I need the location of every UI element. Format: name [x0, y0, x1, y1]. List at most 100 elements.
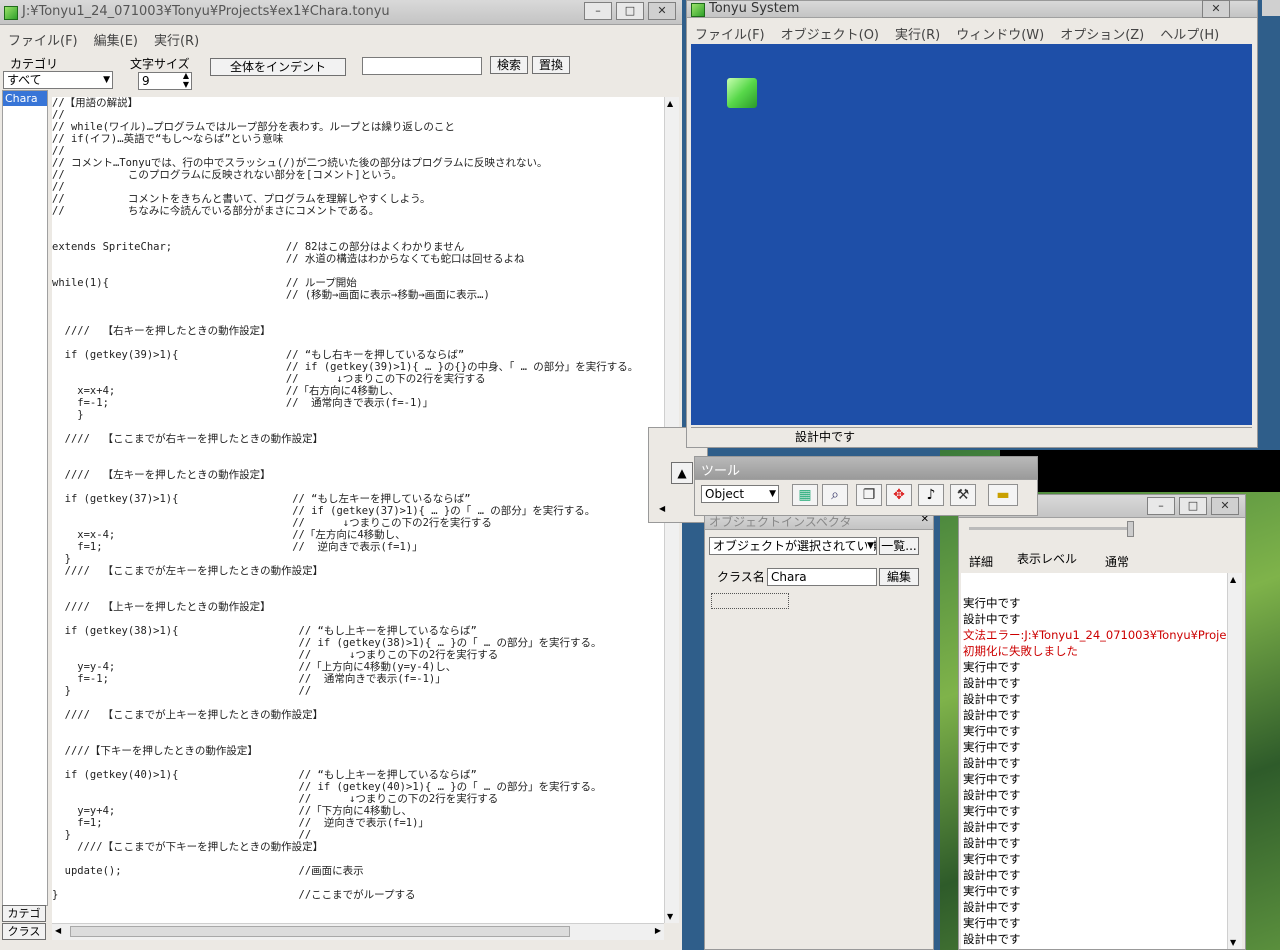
inspect-icon[interactable]: ⌕ [822, 484, 848, 506]
level-slider-handle[interactable] [1127, 521, 1134, 537]
scroll-left-icon[interactable]: ◀ [55, 926, 61, 935]
close-button[interactable]: ✕ [1211, 497, 1239, 515]
search-input[interactable] [362, 57, 482, 75]
code-line: f=1; // 逆向きで表示(f=1)」 [52, 817, 429, 829]
log-line: 実行中です [963, 916, 1021, 930]
log-window: – □ ✕ 詳細 表示レベル 通常 実行中です 設計中です 文法エラー:J:¥Ton… [958, 494, 1246, 950]
object-list-button[interactable]: 一覧... [879, 537, 919, 555]
log-vertical-scrollbar[interactable]: ▲ ▼ [1227, 573, 1242, 949]
log-line: 実行中です [963, 884, 1021, 898]
class-list-item-chara[interactable]: Chara [3, 91, 47, 106]
search-button[interactable]: 検索 [490, 56, 528, 74]
close-button[interactable]: ✕ [648, 2, 676, 20]
code-line: // コメントをきちんと書いて、プログラムを理解しやすくしよう。 [52, 193, 431, 205]
tools-icon[interactable]: ⚒ [950, 484, 976, 506]
fontsize-value: 9 [142, 74, 150, 88]
code-line: // このプログラムに反映されない部分を[コメント]という。 [52, 169, 403, 181]
scroll-up-icon[interactable]: ▲ [667, 99, 673, 108]
menu-help[interactable]: ヘルプ(H) [1152, 22, 1227, 43]
code-line: } [52, 409, 84, 421]
code-line: // [52, 181, 65, 193]
code-line: //// 【右キーを押したときの動作設定】 [52, 325, 271, 337]
scroll-down-icon[interactable]: ▼ [667, 912, 673, 921]
chevron-down-icon: ▼ [769, 489, 776, 499]
tool-titlebar[interactable]: ツール [695, 457, 1037, 480]
maximize-button[interactable]: □ [616, 2, 644, 20]
code-line: while(1){ // ループ開始 [52, 277, 357, 289]
menu-file[interactable]: ファイル(F) [687, 22, 773, 43]
code-line: ////【ここまでが下キーを押したときの動作設定】 [52, 841, 324, 853]
log-line: 実行中です [963, 660, 1021, 674]
level-value: 通常 [1105, 555, 1130, 569]
tonyu-app-icon [4, 6, 18, 20]
minimize-button[interactable]: – [584, 2, 612, 20]
scroll-thumb[interactable] [70, 926, 570, 937]
code-line: if (getkey(38)>1){ // “もし上キーを押しているならば” [52, 625, 477, 637]
code-line: } // [52, 829, 312, 841]
code-line: // (移動→画面に表示→移動→画面に表示…) [52, 289, 490, 301]
class-name-field[interactable]: Chara [767, 568, 877, 586]
status-bar: 設計中です [691, 427, 1252, 444]
music-icon[interactable]: ♪ [918, 484, 944, 506]
menu-window[interactable]: ウィンドウ(W) [948, 22, 1052, 43]
code-line: // if (getkey(40)>1){ … }の「 … の部分」を実行する。 [52, 781, 602, 793]
code-line: } //ここまでがループする [52, 889, 416, 901]
menu-file[interactable]: ファイル(F) [0, 28, 86, 49]
scroll-up-icon[interactable]: ▲ [1230, 575, 1236, 584]
menu-object[interactable]: オブジェクト(O) [773, 22, 887, 43]
code-horizontal-scrollbar[interactable]: ◀ ▶ [52, 923, 664, 940]
object-type-select[interactable]: Object ▼ [701, 485, 779, 503]
menu-option[interactable]: オプション(Z) [1052, 22, 1152, 43]
system-window: Tonyu System ファイル(F) オブジェクト(O) 実行(R) ウィン… [686, 0, 1258, 448]
tab-class[interactable]: クラス [2, 923, 46, 940]
tab-detail[interactable]: 詳細 [969, 553, 993, 570]
property-grid[interactable] [711, 593, 789, 609]
tab-category[interactable]: カテゴリ [2, 905, 46, 936]
move-icon[interactable]: ✥ [886, 484, 912, 506]
code-line: // if (getkey(37)>1){ … }の「 … の部分」を実行する。 [52, 505, 596, 517]
minimize-button[interactable]: – [1147, 497, 1175, 515]
object-select[interactable]: オブジェクトが選択されていま ▼ [709, 537, 877, 555]
menu-run[interactable]: 実行(R) [887, 22, 948, 43]
copy-icon[interactable]: ❐ [856, 484, 882, 506]
category-select[interactable]: すべて ▼ [3, 71, 113, 89]
folder-icon[interactable]: ▬ [988, 484, 1018, 506]
code-line: f=-1; // 通常向きで表示(f=-1)」 [52, 673, 446, 685]
editor-titlebar[interactable]: J:¥Tonyu1_24_071003¥Tonyu¥Projects¥ex1¥C… [0, 0, 682, 25]
code-line: f=-1; // 通常向きで表示(f=-1)」 [52, 397, 434, 409]
code-line: // コメント…Tonyuでは、行の中でスラッシュ(/)が二つ続いた後の部分はプ… [52, 157, 548, 169]
system-titlebar[interactable]: Tonyu System [687, 1, 1257, 18]
log-line: 実行中です [963, 852, 1021, 866]
class-name-label: クラス名 [717, 570, 765, 584]
log-line: 実行中です [963, 740, 1021, 754]
fontsize-stepper[interactable]: 9 ▲ ▼ [138, 71, 192, 90]
code-line: extends SpriteChar; // 82はこの部分はよくわかりません [52, 241, 465, 253]
maximize-button[interactable]: □ [1179, 497, 1207, 515]
code-line: x=x-4; //「左方向に4移動し、 [52, 529, 406, 541]
menu-run[interactable]: 実行(R) [146, 28, 207, 49]
left-arrow-icon[interactable]: ◀ [659, 504, 665, 513]
menu-edit[interactable]: 編集(E) [86, 28, 146, 49]
up-arrow-button[interactable]: ▲ [671, 462, 693, 484]
editor-window: J:¥Tonyu1_24_071003¥Tonyu¥Projects¥ex1¥C… [0, 0, 682, 950]
chevron-down-icon: ▼ [867, 538, 874, 554]
close-button[interactable]: ✕ [1202, 0, 1230, 18]
game-canvas[interactable] [691, 44, 1252, 425]
map-icon[interactable]: ▦ [792, 484, 818, 506]
object-select-value: オブジェクトが選択されていま [713, 539, 877, 553]
level-slider[interactable] [969, 527, 1129, 530]
code-line: // 水道の構造はわからなくても蛇口は回せるよね [52, 253, 525, 265]
code-line: // if (getkey(39)>1){ … }の{}の中身、「 … の部分」… [52, 361, 639, 373]
replace-button[interactable]: 置換 [532, 56, 570, 74]
log-line: 設計中です [963, 932, 1021, 946]
code-line: // ↓つまりこの下の2行を実行する [52, 649, 499, 661]
code-editor[interactable]: //【用語の解説】//// while(ワイル)…プログラムではループ部分を表わ… [52, 97, 664, 923]
indent-all-button[interactable]: 全体をインデント [210, 58, 346, 76]
edit-class-button[interactable]: 編集 [879, 568, 919, 586]
scroll-right-icon[interactable]: ▶ [655, 926, 661, 935]
code-line: if (getkey(40)>1){ // “もし上キーを押しているならば” [52, 769, 477, 781]
editor-menubar: ファイル(F) 編集(E) 実行(R) [0, 28, 682, 49]
scroll-down-icon[interactable]: ▼ [1230, 938, 1236, 947]
tonyu-app-icon [691, 3, 705, 17]
log-line: 設計中です [963, 676, 1021, 690]
